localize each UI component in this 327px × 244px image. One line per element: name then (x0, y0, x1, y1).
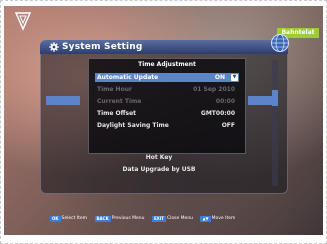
gear-icon (49, 42, 59, 52)
hint-label: Move Item (211, 216, 236, 221)
arrow-keys: ▲▼ (200, 216, 211, 222)
daylight-saving-row[interactable]: Daylight Saving Time OFF (95, 121, 239, 130)
exit-key: EXIT (151, 216, 166, 222)
menu-highlight-left (46, 96, 80, 105)
key-hint-bar: OK Select Item BACK Previous Menu EXIT Clos… (50, 215, 241, 223)
row-label: Time Hour (97, 86, 132, 93)
row-value: OFF (221, 122, 235, 129)
row-value: 01 Sep 2010 (193, 86, 235, 93)
row-label: Automatic Update (97, 74, 159, 81)
menu-highlight-right (248, 96, 272, 105)
panel-title: System Setting (62, 42, 143, 52)
row-value: GMT00:00 (200, 110, 235, 117)
dropdown-arrow-icon[interactable]: ▼ (231, 74, 238, 81)
row-label: Current Time (97, 98, 142, 105)
scrollbar[interactable] (272, 60, 278, 186)
time-adjustment-dialog: Time Adjustment Automatic Update ON ▼ Ti… (88, 58, 246, 154)
hint-label: Previous Menu (111, 216, 145, 221)
back-key: BACK (94, 216, 111, 222)
hint-label: Select Item (61, 216, 88, 221)
automatic-update-row[interactable]: Automatic Update ON ▼ (95, 73, 239, 82)
row-value: 00:00 (215, 98, 235, 105)
scroll-thumb[interactable] (272, 90, 278, 106)
current-time-row: Current Time 00:00 (95, 97, 239, 106)
menu-item-hot-key[interactable]: Hot Key (46, 154, 272, 161)
menu-item-data-upgrade-usb[interactable]: Data Upgrade by USB (46, 166, 272, 173)
row-label: Time Offset (97, 110, 137, 117)
dialog-title: Time Adjustment (138, 61, 196, 68)
brand-logo-icon (14, 12, 32, 31)
row-value: ON (214, 74, 225, 81)
hint-label: Close Menu (166, 216, 194, 221)
date-row: Time Hour 01 Sep 2010 (95, 85, 239, 94)
ok-key: OK (50, 216, 61, 222)
time-offset-row[interactable]: Time Offset GMT00:00 (95, 109, 239, 118)
globe-icon (271, 34, 289, 52)
row-label: Daylight Saving Time (97, 122, 169, 129)
